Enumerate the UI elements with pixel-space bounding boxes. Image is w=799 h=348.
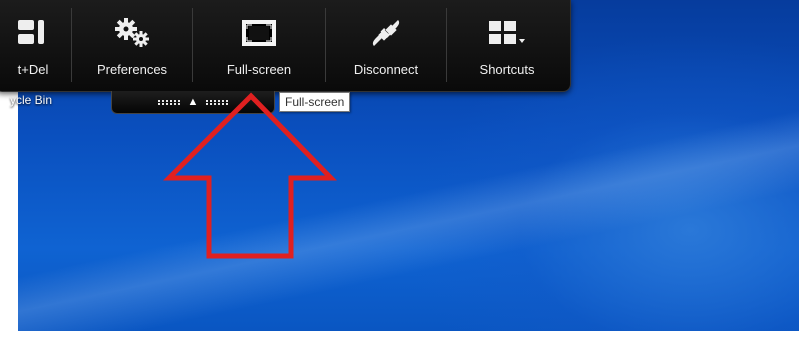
- keyboard-icon: [18, 14, 48, 52]
- recycle-bin-label[interactable]: ycle Bin: [10, 93, 52, 107]
- plug-icon: [368, 14, 404, 52]
- grid-dropdown-icon: [487, 14, 527, 52]
- red-up-arrow-icon: [163, 92, 337, 259]
- disconnect-button[interactable]: Disconnect: [326, 0, 446, 91]
- gears-icon: [112, 14, 152, 52]
- remote-toolbar: t+Del Preferences Full-screen Disconnect…: [0, 0, 571, 92]
- shortcuts-button[interactable]: Shortcuts: [447, 0, 567, 91]
- fullscreen-icon: [240, 14, 278, 52]
- ctrl-alt-del-button[interactable]: t+Del: [0, 0, 71, 91]
- preferences-button[interactable]: Preferences: [72, 0, 192, 91]
- full-screen-button[interactable]: Full-screen: [193, 0, 325, 91]
- full-screen-label: Full-screen: [226, 62, 292, 77]
- shortcuts-label: Shortcuts: [479, 62, 535, 77]
- disconnect-label: Disconnect: [353, 62, 419, 77]
- preferences-label: Preferences: [96, 62, 168, 77]
- ctrl-alt-del-label: t+Del: [17, 62, 49, 77]
